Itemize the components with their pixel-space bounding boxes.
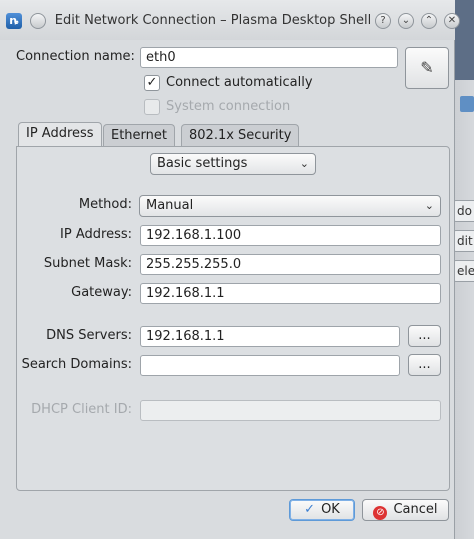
- background-window-selection: [460, 96, 474, 112]
- background-button-1[interactable]: do: [452, 200, 474, 222]
- background-button-2[interactable]: dit: [452, 230, 474, 252]
- subnet-mask-input[interactable]: 255.255.255.0: [140, 254, 441, 275]
- dns-servers-label: DNS Servers:: [46, 328, 132, 343]
- dns-servers-input[interactable]: 192.168.1.1: [140, 326, 400, 347]
- ok-button[interactable]: ✓ OK: [289, 499, 355, 521]
- method-value: Manual: [146, 198, 194, 213]
- connect-automatically-checkbox[interactable]: ✓: [144, 75, 160, 91]
- cancel-label: Cancel: [393, 502, 438, 517]
- eyedropper-icon: ✎: [420, 58, 434, 77]
- settings-mode-select[interactable]: Basic settings ⌄: [150, 153, 316, 175]
- dhcp-client-id-input[interactable]: [140, 400, 441, 421]
- ip-address-label: IP Address:: [60, 227, 132, 242]
- help-icon[interactable]: ?: [375, 13, 391, 29]
- connection-name-input[interactable]: eth0: [140, 47, 398, 68]
- method-select[interactable]: Manual ⌄: [139, 195, 441, 217]
- edit-connection-dialog: ȵ Edit Network Connection – Plasma Deskt…: [0, 0, 460, 539]
- tab-ip-address[interactable]: IP Address: [18, 122, 102, 147]
- gateway-label: Gateway:: [71, 285, 132, 300]
- ip-address-input[interactable]: 192.168.1.100: [140, 225, 441, 246]
- chevron-down-icon: ⌄: [424, 199, 434, 212]
- network-app-icon: ȵ: [6, 13, 22, 29]
- system-connection-label: System connection: [166, 99, 291, 114]
- connection-name-label: Connection name:: [16, 49, 135, 64]
- ok-label: OK: [321, 502, 340, 517]
- checkmark-icon: ✓: [304, 502, 316, 517]
- subnet-mask-label: Subnet Mask:: [43, 256, 132, 271]
- chevron-down-icon: ⌄: [299, 157, 309, 170]
- search-domains-label: Search Domains:: [21, 357, 132, 372]
- cancel-icon: ⊘: [373, 506, 388, 520]
- dns-servers-edit-button[interactable]: ...: [408, 325, 441, 347]
- connect-automatically-label[interactable]: Connect automatically: [166, 75, 313, 90]
- method-label: Method:: [78, 197, 132, 212]
- window-title: Edit Network Connection – Plasma Desktop…: [54, 13, 372, 28]
- system-connection-checkbox[interactable]: [144, 99, 160, 115]
- search-domains-edit-button[interactable]: ...: [408, 354, 441, 376]
- minimize-icon[interactable]: ⌄: [398, 13, 414, 29]
- search-domains-input[interactable]: [140, 355, 400, 376]
- cancel-button[interactable]: ⊘ Cancel: [362, 499, 449, 521]
- dhcp-client-id-label: DHCP Client ID:: [31, 402, 132, 417]
- close-icon[interactable]: ✕: [444, 13, 460, 29]
- tab-8021x-security[interactable]: 802.1x Security: [181, 124, 300, 147]
- pick-icon-button[interactable]: ✎: [405, 47, 449, 89]
- window-menu-icon[interactable]: [30, 13, 46, 29]
- settings-mode-value: Basic settings: [157, 156, 248, 171]
- maximize-icon[interactable]: ⌃: [421, 13, 437, 29]
- title-bar: ȵ Edit Network Connection – Plasma Deskt…: [0, 0, 460, 40]
- gateway-input[interactable]: 192.168.1.1: [140, 283, 441, 304]
- background-button-3[interactable]: ele: [452, 260, 474, 282]
- tab-ethernet[interactable]: Ethernet: [103, 124, 175, 147]
